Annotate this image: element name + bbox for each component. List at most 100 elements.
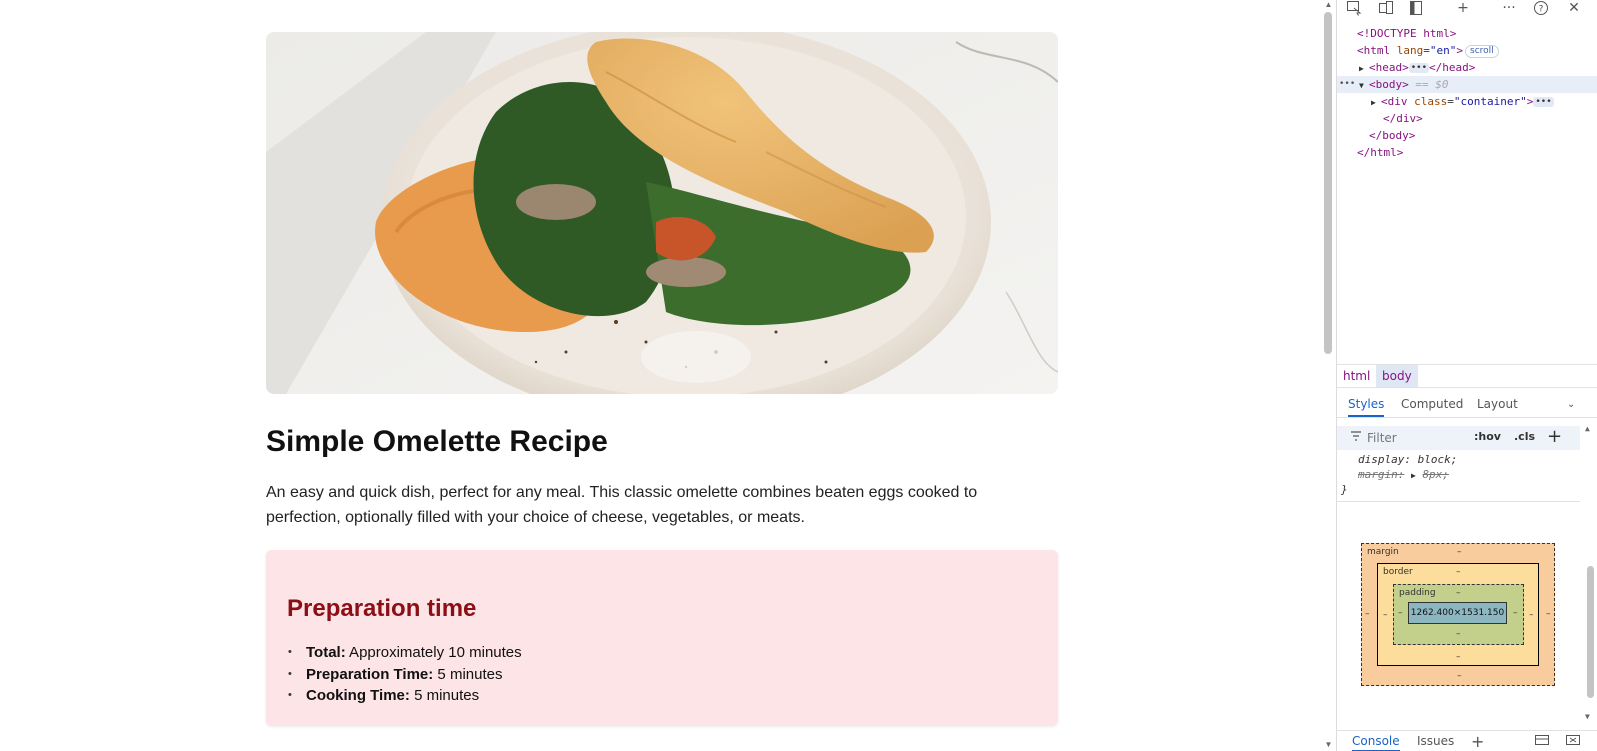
padding-left-value[interactable]: – <box>1398 608 1403 618</box>
scroll-badge[interactable]: scroll <box>1465 45 1499 58</box>
chevron-down-icon[interactable]: ⌄ <box>1567 392 1575 417</box>
breadcrumb: html body <box>1337 364 1597 388</box>
margin-top-value[interactable]: – <box>1457 547 1462 557</box>
margin-left-value[interactable]: – <box>1365 609 1370 619</box>
preparation-time-list: Total: Approximately 10 minutes Preparat… <box>288 642 522 707</box>
margin-label: margin <box>1367 547 1399 557</box>
dom-node-div-container[interactable]: ▶ <div class="container"> ••• <box>1337 93 1597 110</box>
style-declaration[interactable]: display: block; <box>1337 452 1580 467</box>
html-attr-name: lang <box>1396 44 1424 57</box>
scroll-up-arrow-icon[interactable]: ▲ <box>1323 0 1334 10</box>
padding-top-value[interactable]: – <box>1456 588 1461 598</box>
box-model-margin[interactable]: margin – – – – border – – – – padding – … <box>1361 543 1555 686</box>
dock-icon[interactable] <box>1407 0 1425 18</box>
doctype-text: <!DOCTYPE html> <box>1357 27 1457 40</box>
filter-icon <box>1350 430 1362 445</box>
hover-state-toggle[interactable]: :hov <box>1474 430 1501 443</box>
new-tab-icon[interactable]: + <box>1454 0 1472 18</box>
margin-bottom-value[interactable]: – <box>1457 671 1462 681</box>
tab-layout[interactable]: Layout <box>1477 392 1518 417</box>
border-label: border <box>1383 567 1413 577</box>
class-toggle[interactable]: .cls <box>1514 430 1535 443</box>
html-tag-close: </html> <box>1357 146 1404 159</box>
list-item: Total: Approximately 10 minutes <box>288 642 522 664</box>
padding-right-value[interactable]: – <box>1513 608 1518 618</box>
html-attr-value: "en" <box>1429 44 1457 57</box>
styles-filter-input[interactable] <box>1367 429 1463 447</box>
padding-label: padding <box>1399 588 1436 598</box>
dom-node-head[interactable]: ▶ <head> ••• </head> <box>1337 59 1597 76</box>
collapse-triangle-icon[interactable]: ▼ <box>1359 77 1369 94</box>
add-drawer-tab-icon[interactable]: + <box>1471 731 1484 751</box>
styles-filter-bar: :hov .cls + <box>1337 426 1580 450</box>
page-scrollbar[interactable]: ▲ ▼ <box>1321 0 1336 751</box>
border-top-value[interactable]: – <box>1456 567 1461 577</box>
scroll-up-arrow-icon[interactable]: ▲ <box>1585 424 1590 433</box>
preparation-time-heading: Preparation time <box>287 595 477 622</box>
div-attr-name: class <box>1414 95 1448 108</box>
list-item-value: Approximately 10 minutes <box>345 644 522 661</box>
devtools-toolbar: + ··· ? ✕ <box>1337 0 1597 20</box>
dom-node-html[interactable]: <html lang="en"> scroll <box>1337 42 1597 59</box>
tab-console[interactable]: Console <box>1352 731 1400 751</box>
dock-drawer-icon[interactable] <box>1535 731 1549 751</box>
style-property: display <box>1358 453 1405 466</box>
close-drawer-icon[interactable] <box>1566 731 1580 751</box>
scroll-down-arrow-icon[interactable]: ▼ <box>1585 712 1590 721</box>
box-model-content-size[interactable]: 1262.400×1531.150 <box>1408 602 1507 624</box>
equals-sign: = <box>1447 95 1454 108</box>
styles-rule: display: block; margin: ▶ 8px; } <box>1337 452 1580 502</box>
tab-computed[interactable]: Computed <box>1401 392 1463 417</box>
style-property: margin: <box>1358 468 1405 481</box>
border-right-value[interactable]: – <box>1529 610 1534 620</box>
expand-triangle-icon[interactable]: ▶ <box>1371 94 1381 111</box>
dom-node-body[interactable]: ••• ▼ <body> == $0 <box>1337 76 1597 93</box>
expand-triangle-icon[interactable]: ▶ <box>1411 471 1416 480</box>
styles-pane-scrollbar[interactable]: ▲ ▼ <box>1583 424 1597 726</box>
collapsed-ellipsis[interactable]: ••• <box>1533 97 1554 107</box>
close-icon[interactable]: ✕ <box>1565 0 1583 18</box>
padding-bottom-value[interactable]: – <box>1456 629 1461 639</box>
new-style-rule-icon[interactable]: + <box>1547 426 1562 448</box>
div-tag-open: <div <box>1381 95 1415 108</box>
border-left-value[interactable]: – <box>1383 610 1388 620</box>
box-model-border[interactable]: border – – – – padding – – – – 1262.400×… <box>1377 563 1539 666</box>
div-attr-value: "container" <box>1453 95 1527 108</box>
page-scrollbar-thumb[interactable] <box>1324 12 1332 354</box>
body-tag-close: </body> <box>1369 129 1416 142</box>
scroll-down-arrow-icon[interactable]: ▼ <box>1323 740 1334 750</box>
list-item-label: Cooking Time: <box>306 687 410 704</box>
style-value: block; <box>1417 453 1458 466</box>
breadcrumb-html[interactable]: html <box>1337 365 1376 387</box>
dom-node-html-close[interactable]: </html> <box>1337 144 1597 161</box>
style-declaration-overridden[interactable]: margin: ▶ 8px; <box>1337 467 1580 482</box>
more-icon[interactable]: ··· <box>1500 0 1518 18</box>
inspect-icon[interactable] <box>1345 0 1363 18</box>
dom-node-body-close[interactable]: </body> <box>1337 127 1597 144</box>
collapsed-ellipsis[interactable]: ••• <box>1408 63 1430 73</box>
help-icon[interactable]: ? <box>1532 0 1550 18</box>
tab-issues[interactable]: Issues <box>1417 731 1454 751</box>
box-model-padding[interactable]: padding – – – – 1262.400×1531.150 <box>1393 584 1524 645</box>
head-tag-close: </head> <box>1429 61 1476 74</box>
list-item-label: Preparation Time: <box>306 665 434 683</box>
equals-sign: = <box>1423 44 1430 57</box>
node-actions-icon[interactable]: ••• <box>1339 76 1355 93</box>
rule-closing-brace: } <box>1341 483 1348 496</box>
expand-triangle-icon[interactable]: ▶ <box>1359 60 1369 77</box>
list-item-value: 5 minutes <box>433 665 503 683</box>
head-tag-open: <head> <box>1369 61 1409 74</box>
margin-right-value[interactable]: – <box>1546 609 1551 619</box>
devtools-panel: + ··· ? ✕ <!DOCTYPE html> <html lang="en… <box>1336 0 1597 751</box>
styles-pane-scrollbar-thumb[interactable] <box>1587 566 1594 698</box>
preparation-time-card: Preparation time Total: Approximately 10… <box>266 550 1058 726</box>
device-toolbar-icon[interactable] <box>1377 0 1395 18</box>
tab-styles[interactable]: Styles <box>1348 392 1385 417</box>
list-item: Preparation Time: 5 minutes <box>288 664 522 686</box>
selected-node-marker: == $0 <box>1415 78 1449 91</box>
list-item-value: 5 minutes <box>409 687 480 704</box>
breadcrumb-body[interactable]: body <box>1376 365 1418 387</box>
dom-node-doctype[interactable]: <!DOCTYPE html> <box>1337 25 1597 42</box>
dom-node-div-close[interactable]: </div> <box>1337 110 1597 127</box>
border-bottom-value[interactable]: – <box>1456 652 1461 662</box>
